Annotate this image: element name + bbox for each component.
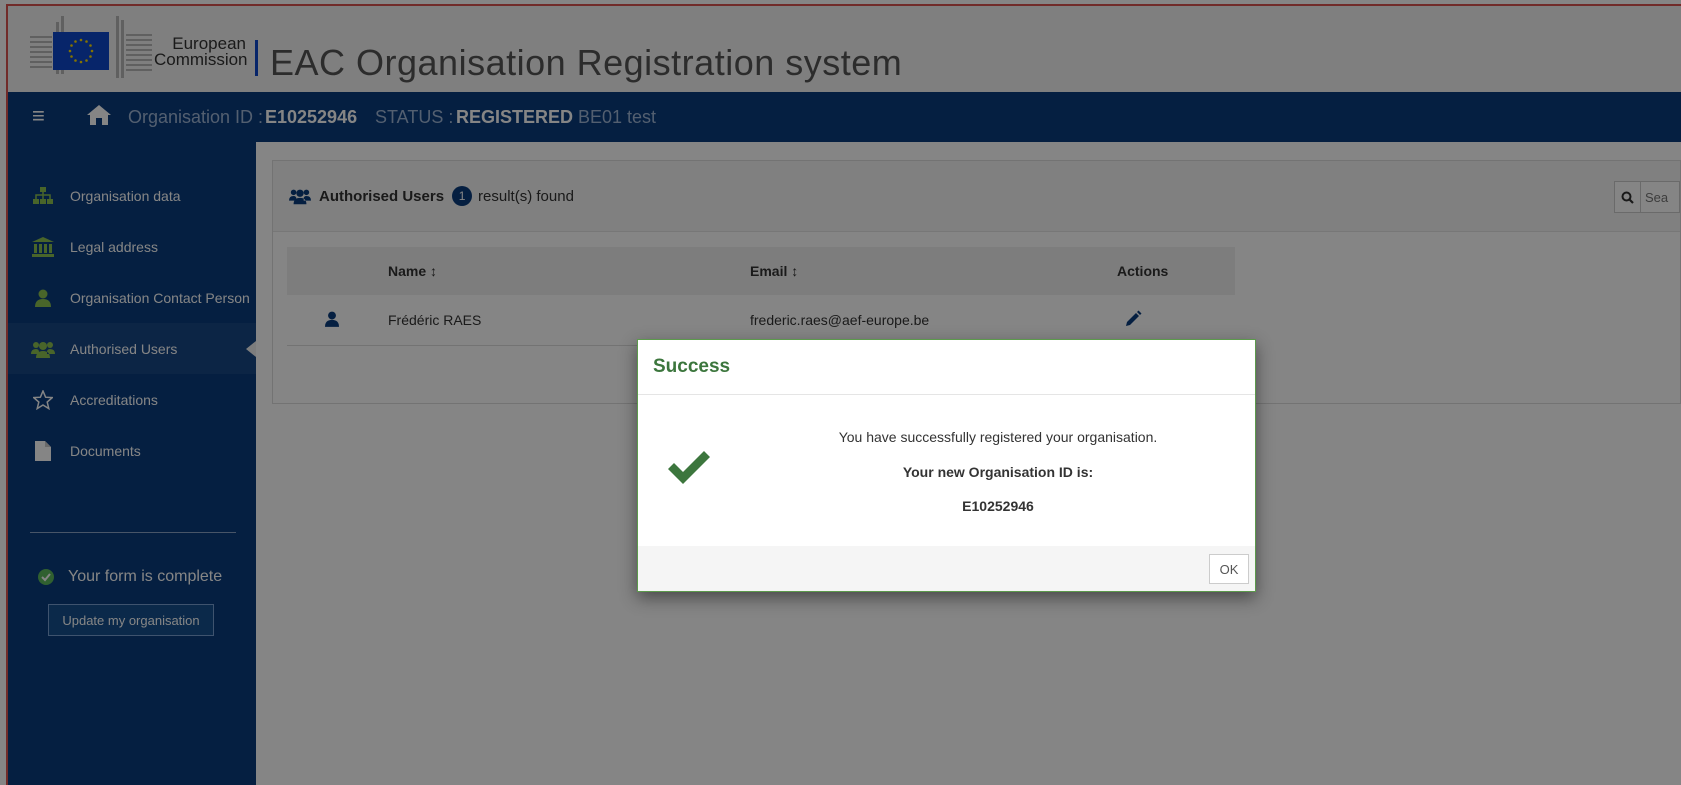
dialog-footer: OK <box>638 546 1255 591</box>
dialog-title: Success <box>638 340 1255 395</box>
dialog-body: You have successfully registered your or… <box>638 395 1255 546</box>
success-dialog: Success You have successfully registered… <box>637 339 1256 592</box>
dialog-id-label: Your new Organisation ID is: <box>902 464 1094 480</box>
checkmark-icon <box>668 451 710 484</box>
dialog-org-id: E10252946 <box>962 498 1034 514</box>
dialog-message: You have successfully registered your or… <box>838 429 1158 445</box>
ok-button[interactable]: OK <box>1209 554 1249 584</box>
